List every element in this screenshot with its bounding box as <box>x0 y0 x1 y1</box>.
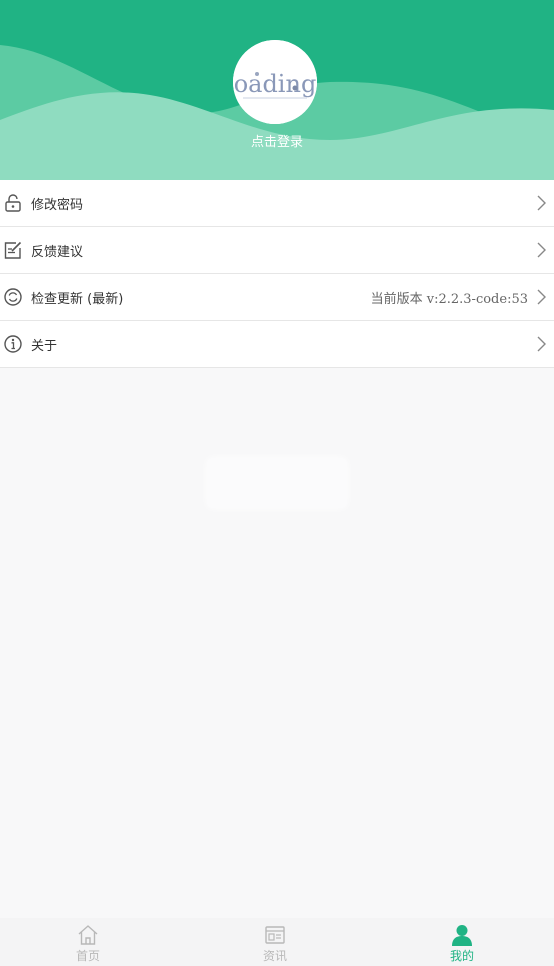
settings-menu: 修改密码 反馈建议 检查更新 (最新) 当前版本 v:2.2.3-code:53 <box>0 180 554 368</box>
avatar-logo-icon: oading <box>233 40 317 124</box>
user-icon <box>450 923 474 947</box>
bottom-tab-bar: 首页 资讯 我的 <box>0 918 554 966</box>
menu-item-about[interactable]: 关于 <box>0 321 554 368</box>
edit-icon <box>3 240 23 260</box>
menu-item-label: 反馈建议 <box>31 244 84 260</box>
lock-icon <box>3 193 23 213</box>
tab-label: 首页 <box>75 949 100 963</box>
news-icon <box>263 923 287 947</box>
tab-mine[interactable]: 我的 <box>412 918 512 966</box>
faded-overlay <box>207 458 347 508</box>
profile-header: oading 点击登录 <box>0 0 554 180</box>
login-link[interactable]: 点击登录 <box>0 134 554 152</box>
menu-item-change-password[interactable]: 修改密码 <box>0 180 554 227</box>
tab-news[interactable]: 资讯 <box>225 918 325 966</box>
menu-item-label: 修改密码 <box>31 197 84 213</box>
avatar[interactable]: oading <box>233 40 317 124</box>
tab-home[interactable]: 首页 <box>38 918 138 966</box>
chevron-right-icon <box>537 195 546 211</box>
tab-label: 资讯 <box>262 949 287 963</box>
avatar-logo-text: oading <box>234 70 317 98</box>
tab-label: 我的 <box>449 949 474 963</box>
menu-item-check-update[interactable]: 检查更新 (最新) 当前版本 v:2.2.3-code:53 <box>0 274 554 321</box>
menu-item-feedback[interactable]: 反馈建议 <box>0 227 554 274</box>
refresh-icon <box>3 287 23 307</box>
chevron-right-icon <box>537 289 546 305</box>
menu-item-label: 检查更新 (最新) <box>31 291 124 307</box>
home-icon <box>76 923 100 947</box>
info-icon <box>3 334 23 354</box>
menu-item-label: 关于 <box>31 338 58 354</box>
chevron-right-icon <box>537 336 546 352</box>
current-version: 当前版本 v:2.2.3-code:53 <box>370 291 528 307</box>
chevron-right-icon <box>537 242 546 258</box>
